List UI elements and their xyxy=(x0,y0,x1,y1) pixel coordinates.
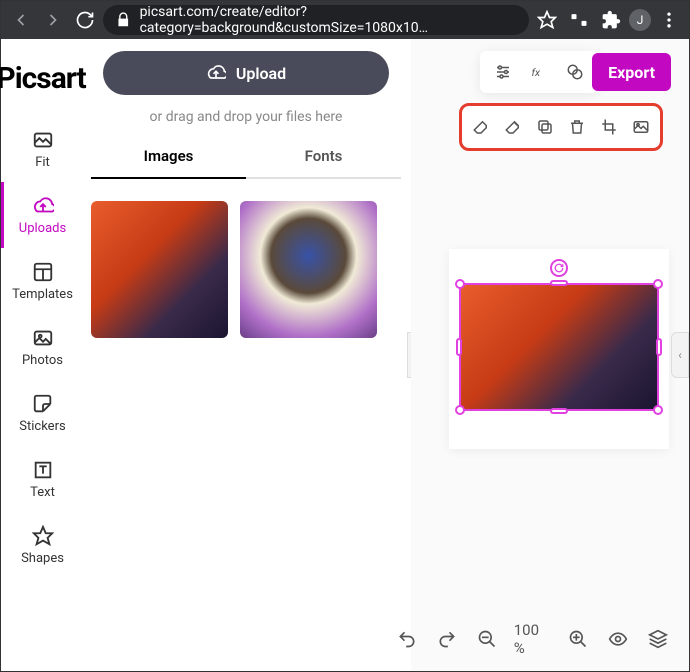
resize-handle[interactable] xyxy=(656,338,662,356)
selected-image[interactable] xyxy=(461,285,657,409)
text-icon xyxy=(32,459,54,481)
resize-handle[interactable] xyxy=(456,338,462,356)
resize-handle[interactable] xyxy=(455,405,465,415)
lock-icon xyxy=(115,10,132,30)
sidebar-item-templates[interactable]: Templates xyxy=(1,248,81,314)
translate-icon[interactable] xyxy=(565,6,593,34)
profile-avatar[interactable]: J xyxy=(629,9,651,31)
back-icon[interactable] xyxy=(7,6,35,34)
export-label: Export xyxy=(608,63,655,82)
crop-icon[interactable] xyxy=(594,112,624,142)
reload-icon[interactable] xyxy=(71,6,99,34)
uploads-panel: Upload or drag and drop your files here … xyxy=(81,39,411,671)
logo: Picsart xyxy=(0,51,86,116)
resize-handle[interactable] xyxy=(653,279,663,289)
browser-toolbar: picsart.com/create/editor?category=backg… xyxy=(1,1,689,39)
selection-frame[interactable] xyxy=(459,283,659,411)
forward-icon[interactable] xyxy=(39,6,67,34)
sidebar-item-label: Shapes xyxy=(21,551,64,566)
overlap-icon[interactable] xyxy=(560,57,590,87)
panel-tabs: Images Fonts xyxy=(91,135,401,179)
export-button[interactable]: Export xyxy=(592,53,671,91)
zoom-level[interactable]: 100 % xyxy=(514,621,551,657)
upload-button[interactable]: Upload xyxy=(103,51,389,95)
replace-image-icon[interactable] xyxy=(626,112,656,142)
upload-label: Upload xyxy=(236,64,286,83)
top-bar: fx Export xyxy=(480,51,671,93)
context-toolbar xyxy=(459,103,663,151)
svg-text:fx: fx xyxy=(532,66,542,79)
image-thumbnail[interactable] xyxy=(240,201,377,338)
top-tools: fx xyxy=(480,51,598,93)
url-text: picsart.com/create/editor?category=backg… xyxy=(140,5,517,35)
sidebar-item-label: Uploads xyxy=(19,221,66,236)
image-thumbnail[interactable] xyxy=(91,201,228,338)
sidebar-item-fit[interactable]: Fit xyxy=(1,116,81,182)
sidebar-item-stickers[interactable]: Stickers xyxy=(1,380,81,446)
sidebar-item-label: Text xyxy=(30,485,55,500)
redo-icon[interactable] xyxy=(434,625,460,653)
layers-icon[interactable] xyxy=(645,625,671,653)
resize-handle[interactable] xyxy=(550,408,568,414)
sidebar-item-label: Photos xyxy=(22,353,63,368)
left-sidebar: Picsart Fit Uploads Templates Photos Sti… xyxy=(1,39,81,671)
tab-images[interactable]: Images xyxy=(91,135,246,179)
templates-icon xyxy=(32,261,54,283)
duplicate-icon[interactable] xyxy=(530,112,560,142)
eraser-restore-icon[interactable] xyxy=(498,112,528,142)
sliders-icon[interactable] xyxy=(488,57,518,87)
photos-icon xyxy=(32,327,54,349)
fit-icon xyxy=(32,129,54,151)
eraser-icon[interactable] xyxy=(466,112,496,142)
right-panel-handle[interactable]: ‹ xyxy=(671,332,689,378)
sidebar-item-uploads[interactable]: Uploads xyxy=(1,182,81,248)
tab-fonts[interactable]: Fonts xyxy=(246,135,401,179)
preview-icon[interactable] xyxy=(605,625,631,653)
thumbnail-grid xyxy=(91,201,401,338)
kebab-menu-icon[interactable] xyxy=(655,6,683,34)
address-bar[interactable]: picsart.com/create/editor?category=backg… xyxy=(103,5,529,35)
undo-icon[interactable] xyxy=(394,625,420,653)
sidebar-item-text[interactable]: Text xyxy=(1,446,81,512)
zoom-in-icon[interactable] xyxy=(565,625,591,653)
resize-handle[interactable] xyxy=(455,279,465,289)
drag-hint: or drag and drop your files here xyxy=(91,109,401,125)
bottom-toolbar: 100 % xyxy=(394,621,671,657)
sidebar-item-label: Templates xyxy=(12,287,73,302)
rotate-handle[interactable] xyxy=(550,259,568,277)
sidebar-item-label: Fit xyxy=(35,155,50,170)
fx-icon[interactable]: fx xyxy=(524,57,554,87)
sidebar-item-photos[interactable]: Photos xyxy=(1,314,81,380)
resize-handle[interactable] xyxy=(550,280,568,286)
upload-icon xyxy=(32,195,54,217)
extensions-icon[interactable] xyxy=(597,6,625,34)
resize-handle[interactable] xyxy=(653,405,663,415)
star-icon[interactable] xyxy=(533,6,561,34)
cloud-upload-icon xyxy=(206,63,226,83)
sidebar-item-label: Stickers xyxy=(19,419,65,434)
delete-icon[interactable] xyxy=(562,112,592,142)
sidebar-item-shapes[interactable]: Shapes xyxy=(1,512,81,578)
stickers-icon xyxy=(32,393,54,415)
shapes-icon xyxy=(32,525,54,547)
zoom-out-icon[interactable] xyxy=(474,625,500,653)
